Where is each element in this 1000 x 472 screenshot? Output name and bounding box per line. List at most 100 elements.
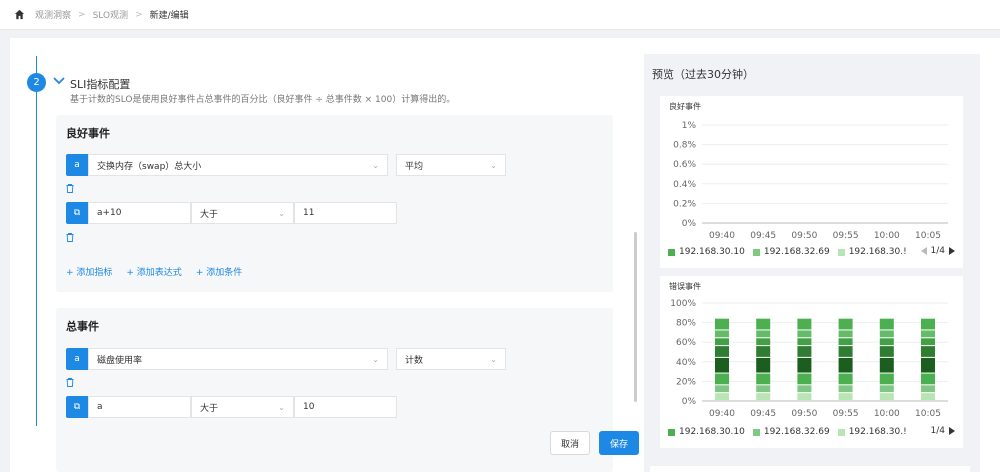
pager-text: 1/4 (930, 246, 945, 256)
chart-legend: 192.168.30.10 192.168.32.69 192.168.30.! (668, 247, 915, 257)
metric-select[interactable]: 交换内存（swap）总大小 ⌄ (88, 154, 388, 176)
bar-segment (921, 330, 935, 338)
chevron-down-icon[interactable] (53, 76, 65, 86)
bar-segment (756, 385, 771, 393)
aggregation-select[interactable]: 计数 ⌄ (396, 348, 506, 370)
expression-value: a+10 (97, 208, 122, 218)
total-events-title: 总事件 (66, 320, 99, 333)
bar-segment (715, 346, 729, 357)
aggregation-select[interactable]: 平均 ⌄ (396, 154, 506, 176)
bar-segment (797, 318, 812, 330)
trash-icon[interactable] (66, 233, 74, 242)
chevron-down-icon: ⌄ (372, 354, 379, 364)
bar-segment (756, 338, 771, 346)
expression-input[interactable]: a+10 (88, 202, 191, 224)
x-tick-label: 09:50 (791, 231, 817, 241)
bar-segment (756, 357, 771, 373)
metric-row: a 磁盘使用率 ⌄ 计数 ⌄ (66, 348, 506, 370)
bar-segment (715, 373, 729, 385)
add-metric-link[interactable]: + 添加指标 (66, 265, 112, 278)
cancel-button[interactable]: 取消 (550, 431, 590, 455)
legend-item[interactable]: 192.168.32.69 (752, 247, 830, 257)
scrollbar[interactable] (634, 232, 637, 402)
prev-page-icon[interactable] (920, 247, 927, 255)
good-events-chart: 良好事件 0% 0.2% 0.4% 0.6% 0.8% 1% 09:40 09:45 09:50… (660, 96, 963, 268)
breadcrumb-current: 新建/编辑 (149, 11, 189, 21)
legend-item[interactable]: 192.168.32.69 (752, 427, 830, 437)
expression-row: ⧉ a+10 大于 ⌄ 11 (66, 202, 397, 224)
home-icon[interactable] (14, 9, 25, 20)
x-tick-label: 10:00 (874, 409, 900, 419)
bar-segment (921, 357, 935, 373)
y-tick-label: 0.2% (673, 199, 696, 209)
trash-icon[interactable] (66, 378, 74, 387)
bar-segment (715, 393, 729, 400)
bar-segment (921, 393, 935, 400)
add-expression-link[interactable]: + 添加表达式 (126, 265, 181, 278)
chevron-down-icon: ⌄ (278, 402, 285, 412)
bar-segment (756, 393, 771, 400)
bar-segment (921, 373, 935, 385)
preview-title: 预览（过去30分钟） (652, 68, 754, 81)
step-number: 2 (27, 73, 46, 92)
bar-segment (921, 338, 935, 346)
metric-select[interactable]: 磁盘使用率 ⌄ (88, 348, 388, 370)
bar-segment (879, 330, 894, 338)
total-events-card: 总事件 a 磁盘使用率 ⌄ 计数 ⌄ ⧉ a 大于 ⌄ 10 (56, 308, 613, 472)
add-condition-link[interactable]: + 添加条件 (196, 265, 242, 278)
expression-tag: ⧉ (66, 202, 88, 224)
good-events-title: 良好事件 (66, 127, 110, 140)
bar-segment (797, 357, 812, 373)
bar-segment (715, 385, 729, 393)
metric-tag: a (66, 348, 88, 370)
legend-label: 192.168.32.69 (763, 427, 830, 437)
bar-segment (756, 318, 771, 330)
bar-segment (797, 346, 812, 357)
pager-text: 1/4 (930, 426, 945, 436)
bar-segment (879, 338, 894, 346)
threshold-value: 10 (303, 402, 315, 412)
section-title: SLI指标配置 (70, 78, 131, 91)
bar-segment (715, 338, 729, 346)
step-timeline (36, 56, 37, 426)
legend-swatch (837, 248, 845, 256)
y-tick-label: 20% (676, 377, 696, 387)
threshold-input[interactable]: 11 (294, 202, 397, 224)
y-tick-label: 1% (682, 121, 697, 131)
bar-segment (756, 330, 771, 338)
legend-item[interactable]: 192.168.30.! (837, 247, 907, 257)
threshold-value: 11 (303, 208, 315, 218)
next-page-icon[interactable] (949, 427, 955, 435)
legend-item[interactable]: 192.168.30.10 (668, 427, 745, 437)
x-tick-label: 10:00 (874, 231, 900, 241)
section-description: 基于计数的SLO是使用良好事件占总事件的百分比（良好事件 ÷ 总事件数 × 10… (70, 95, 456, 105)
bar-segment (797, 385, 812, 393)
legend-item[interactable]: 192.168.30.! (837, 427, 907, 437)
bar-segment (756, 373, 771, 385)
operator-select[interactable]: 大于 ⌄ (191, 202, 294, 224)
operator-select[interactable]: 大于 ⌄ (191, 396, 294, 418)
legend-label: 192.168.32.69 (763, 247, 830, 257)
next-page-icon[interactable] (949, 247, 955, 255)
trash-icon[interactable] (66, 184, 74, 193)
breadcrumb-item[interactable]: 观测洞察 (35, 8, 71, 21)
metric-tag: a (66, 154, 88, 176)
chevron-down-icon: ⌄ (278, 208, 285, 218)
save-button[interactable]: 保存 (599, 431, 639, 455)
bar-segment (756, 346, 771, 357)
bar-segment (838, 346, 853, 357)
breadcrumb-separator: > (135, 9, 143, 20)
bar-segment (879, 318, 894, 330)
breadcrumb-item[interactable]: SLO观测 (93, 8, 129, 21)
chart-legend: 192.168.30.10 192.168.32.69 192.168.30.! (668, 427, 915, 437)
preview-panel: 预览（过去30分钟） 良好事件 0% 0.2% 0.4% 0.6% 0.8% 1% 09:4… (644, 54, 980, 472)
expression-row: ⧉ a 大于 ⌄ 10 (66, 396, 397, 418)
bar-segment (838, 357, 853, 373)
threshold-input[interactable]: 10 (294, 396, 397, 418)
legend-swatch (752, 428, 760, 436)
legend-item[interactable]: 192.168.30.10 (668, 247, 745, 257)
legend-label: 192.168.30.! (848, 247, 907, 257)
good-events-card: 良好事件 a 交换内存（swap）总大小 ⌄ 平均 ⌄ ⧉ a+10 大于 ⌄ 11 … (56, 115, 613, 292)
legend-swatch (668, 428, 675, 436)
expression-input[interactable]: a (88, 396, 191, 418)
